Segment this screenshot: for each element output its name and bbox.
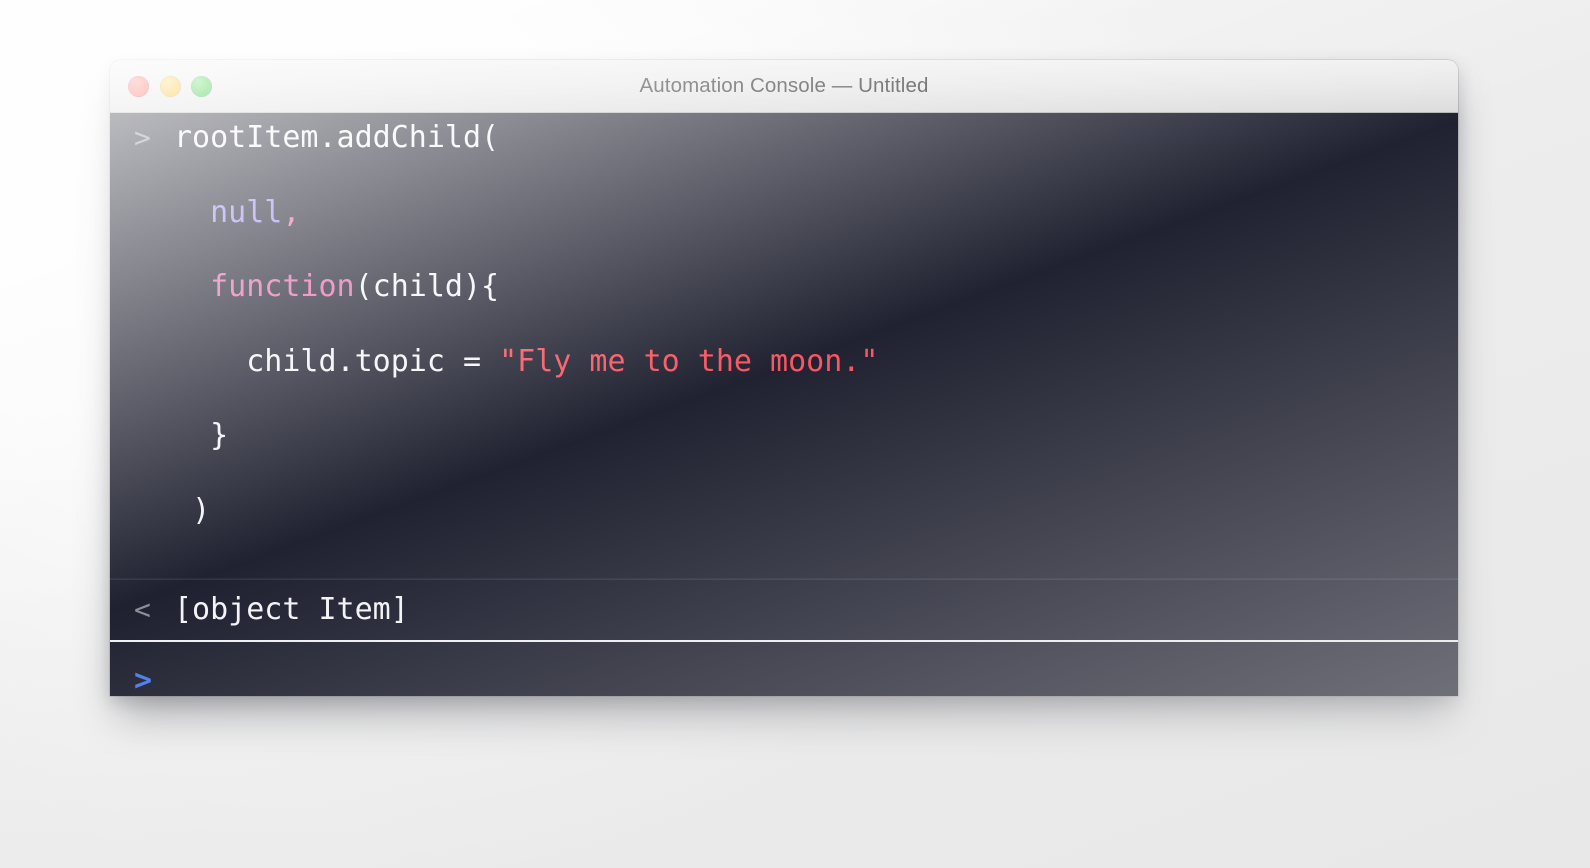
code-token-plain: } [210, 418, 229, 453]
console-input-row[interactable]: > [110, 642, 1458, 696]
console-command-line: function(child){ [110, 272, 1458, 347]
close-window-button[interactable] [128, 75, 149, 97]
console-command-text: null, [174, 194, 301, 230]
command-line-gutter [134, 497, 174, 525]
result-prompt-chevron-icon: < [134, 593, 151, 626]
window-titlebar[interactable]: Automation Console — Untitled [110, 60, 1458, 113]
command-line-gutter [134, 422, 174, 450]
code-token-kw: function [210, 269, 355, 304]
command-line-gutter [134, 199, 174, 227]
console-input-field[interactable] [174, 666, 184, 696]
code-token-str: "Fly me to the moon." [499, 343, 879, 379]
console-command-entry: > rootItem.addChild( null, function(child… [110, 113, 1458, 579]
code-token-plain: rootItem.addChild( [174, 120, 500, 155]
zoom-window-button[interactable] [191, 75, 212, 97]
console-command-line: null, [110, 194, 1458, 273]
code-token-plain: ) [192, 492, 211, 528]
desktop-background: Automation Console — Untitled > rootItem.… [0, 0, 1590, 868]
window-title: Automation Console — Untitled [639, 74, 929, 97]
minimize-window-button[interactable] [159, 75, 181, 97]
console-command-text: child.topic = "Fly me to the moon." [174, 343, 879, 379]
command-line-gutter [134, 273, 174, 301]
console-command-line: child.topic = "Fly me to the moon." [110, 343, 1458, 422]
command-line-gutter [134, 348, 174, 376]
code-token-punct: , [282, 194, 301, 230]
console-command-line: > rootItem.addChild( [110, 123, 1458, 198]
console-command-line: ) [110, 492, 1458, 571]
automation-console-window: Automation Console — Untitled > rootItem.… [110, 60, 1458, 696]
input-prompt-chevron-icon: > [134, 663, 153, 696]
console-result-text: [object Item] [174, 592, 409, 627]
console-command-text: ) [174, 492, 211, 528]
console-command-text: rootItem.addChild( [174, 123, 499, 153]
console-result-row: < [object Item] [110, 579, 1458, 642]
window-controls [128, 60, 212, 112]
code-token-null: null [210, 194, 283, 230]
console-command-line: } [110, 421, 1458, 496]
console-command-text: } [174, 421, 228, 451]
code-token-plain: (child){ [354, 269, 500, 304]
console-command-text: function(child){ [174, 272, 499, 302]
console-body: > rootItem.addChild( null, function(child… [110, 113, 1458, 696]
code-token-plain: child.topic = [246, 343, 500, 379]
command-prompt-chevron-icon: > [134, 121, 151, 154]
